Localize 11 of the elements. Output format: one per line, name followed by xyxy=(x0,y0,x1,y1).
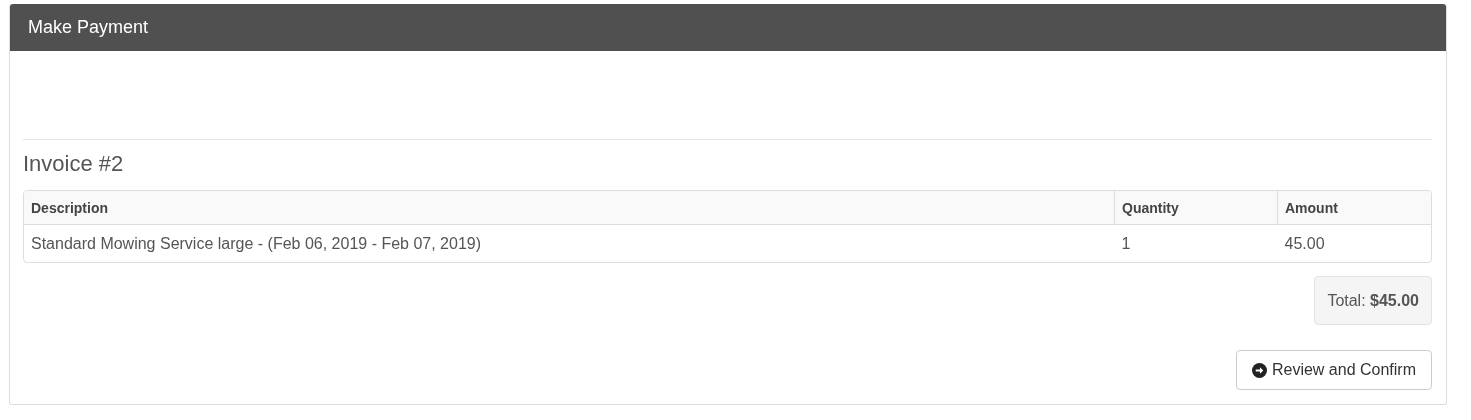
arrow-circle-right-icon xyxy=(1251,362,1267,378)
total-amount: Total: $45.00 xyxy=(1314,276,1432,325)
table-cell: Standard Mowing Service large - (Feb 06, 2019 - Feb 07, 2019) xyxy=(24,224,1115,262)
invoice-title: Invoice #2 xyxy=(23,150,125,178)
table-cell: 1 xyxy=(1114,224,1278,262)
panel-title: Make Payment xyxy=(28,17,149,38)
table-cell: 45.00 xyxy=(1277,224,1431,262)
review-confirm-button[interactable]: Review and Confirm xyxy=(1235,350,1432,390)
column-header: Description xyxy=(24,191,1115,225)
column-header: Amount xyxy=(1277,191,1431,225)
column-header: Quantity xyxy=(1114,191,1278,225)
